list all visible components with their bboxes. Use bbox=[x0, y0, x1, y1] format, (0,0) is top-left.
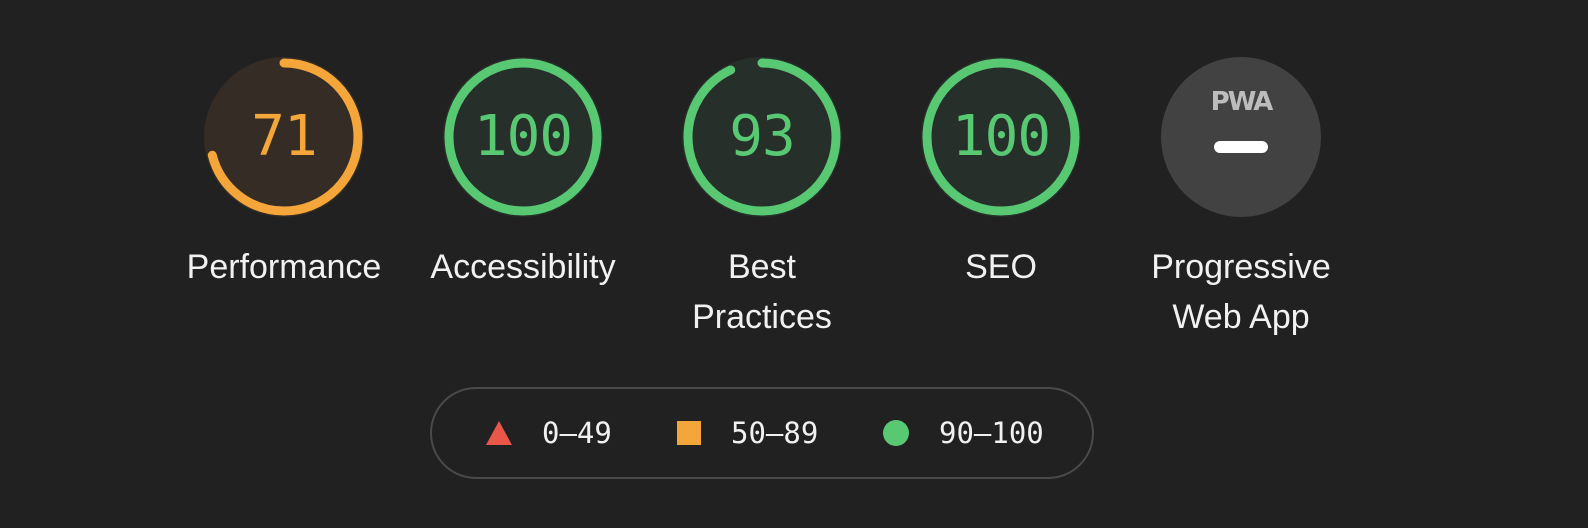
gauge-performance[interactable]: 71 Performance bbox=[164, 0, 404, 360]
label-best-practices: Best Practices bbox=[692, 248, 832, 336]
gauge-accessibility[interactable]: 100 Accessibility bbox=[403, 0, 643, 360]
dash-icon bbox=[1214, 141, 1268, 153]
pwa-badge: PWA bbox=[1161, 57, 1321, 217]
legend-range-pass: 90–100 bbox=[939, 416, 1044, 450]
gauge-pwa[interactable]: PWA Progressive Web App bbox=[1121, 0, 1361, 360]
legend-range-fail: 0–49 bbox=[542, 416, 612, 450]
label-seo: SEO bbox=[965, 248, 1037, 286]
pwa-logo-icon: PWA bbox=[1211, 87, 1276, 113]
legend-range-average: 50–89 bbox=[731, 416, 819, 450]
label-performance: Performance bbox=[186, 248, 382, 286]
score-seo: 100 bbox=[951, 104, 1051, 169]
square-icon bbox=[677, 421, 701, 445]
legend-item-pass: 90–100 bbox=[883, 389, 1044, 477]
circle-icon bbox=[883, 420, 909, 446]
legend-item-fail: 0–49 bbox=[486, 389, 612, 477]
score-scale-legend: 0–49 50–89 90–100 bbox=[430, 387, 1094, 479]
pwa-logo-text: PWA bbox=[1211, 87, 1274, 113]
label-pwa: Progressive Web App bbox=[1151, 248, 1331, 336]
triangle-icon bbox=[486, 421, 512, 445]
score-best-practices: 93 bbox=[729, 104, 795, 169]
score-gauges: 71 Performance 100 Accessibility 93 Best… bbox=[0, 0, 1588, 360]
gauge-seo[interactable]: 100 SEO bbox=[881, 0, 1121, 360]
gauge-best-practices[interactable]: 93 Best Practices bbox=[642, 0, 882, 360]
label-accessibility: Accessibility bbox=[430, 248, 616, 286]
score-accessibility: 100 bbox=[473, 104, 573, 169]
score-performance: 71 bbox=[251, 104, 317, 169]
legend-item-average: 50–89 bbox=[677, 389, 818, 477]
